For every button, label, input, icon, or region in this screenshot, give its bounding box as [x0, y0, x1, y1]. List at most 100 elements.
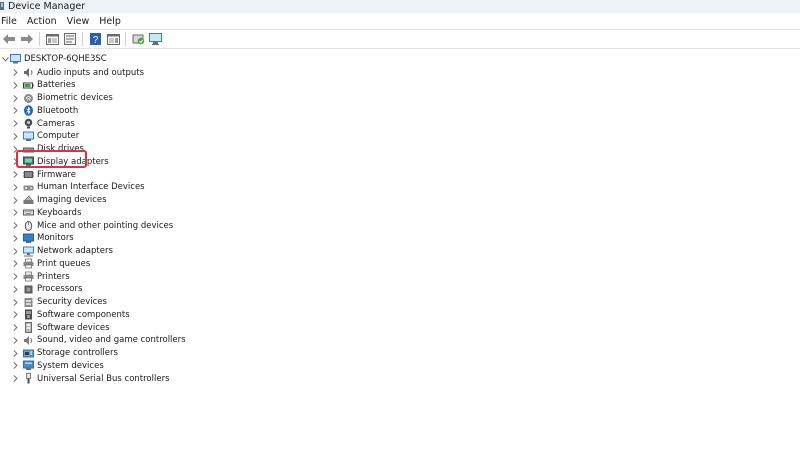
tree-item-security-devices[interactable]: Security devices — [10, 296, 107, 309]
tree-item-storage-controllers[interactable]: Storage controllers — [10, 347, 118, 360]
chevron-right-icon[interactable] — [10, 360, 20, 372]
keyboards-highlight-box — [16, 150, 87, 168]
chevron-right-icon[interactable] — [10, 130, 20, 142]
tree-item-label: Printers — [37, 271, 70, 282]
chevron-right-icon[interactable] — [10, 296, 20, 308]
tree-item-system-devices[interactable]: System devices — [10, 359, 104, 372]
hid-icon — [23, 182, 34, 193]
chevron-right-icon[interactable] — [10, 322, 20, 334]
tree-item-label: Monitors — [37, 233, 74, 244]
menu-help[interactable]: Help — [98, 16, 125, 27]
chevron-right-icon[interactable] — [10, 79, 20, 91]
chevron-right-icon[interactable] — [10, 347, 20, 359]
computer-icon — [23, 131, 34, 142]
tree-item-label: Universal Serial Bus controllers — [37, 373, 170, 384]
chevron-right-icon[interactable] — [10, 220, 20, 232]
tree-item-monitors[interactable]: Monitors — [10, 232, 74, 245]
chevron-right-icon[interactable] — [10, 169, 20, 181]
tree-item-universal-serial-bus-controllers[interactable]: Universal Serial Bus controllers — [10, 372, 170, 385]
chevron-right-icon[interactable] — [10, 67, 20, 79]
software-component-icon — [23, 309, 34, 320]
tree-item-audio-inputs-and-outputs[interactable]: Audio inputs and outputs — [10, 66, 144, 79]
speaker-icon — [23, 67, 34, 78]
printer-icon — [23, 258, 34, 269]
chevron-down-icon[interactable] — [0, 53, 10, 65]
tree-item-keyboards[interactable]: Keyboards — [10, 206, 81, 219]
tree-item-label: Software devices — [37, 322, 110, 333]
help-button[interactable]: ? — [86, 31, 104, 47]
tree-item-batteries[interactable]: Batteries — [10, 79, 75, 92]
chevron-right-icon[interactable] — [10, 181, 20, 193]
tree-item-print-queues[interactable]: Print queues — [10, 257, 90, 270]
tree-item-label: Security devices — [37, 297, 107, 307]
update-driver-button[interactable] — [129, 31, 147, 47]
toolbar-separator — [39, 32, 40, 46]
tree-item-label: Human Interface Devices — [37, 182, 145, 193]
tree-item-software-devices[interactable]: Software devices — [10, 321, 110, 334]
tree-item-bluetooth[interactable]: Bluetooth — [10, 104, 78, 117]
forward-button[interactable] — [18, 31, 36, 47]
console-tree-button[interactable] — [43, 31, 61, 47]
chevron-right-icon[interactable] — [10, 207, 20, 219]
show-hide-console-tree-icon — [45, 33, 59, 45]
tree-item-processors[interactable]: Processors — [10, 283, 82, 296]
chevron-right-icon[interactable] — [10, 105, 20, 117]
chevron-right-icon[interactable] — [10, 258, 20, 270]
device-tree: DESKTOP-6QHE3SC Audio inputs and outputs… — [0, 52, 800, 450]
monitor-icon — [23, 233, 34, 244]
chevron-right-icon[interactable] — [10, 334, 20, 346]
chevron-right-icon[interactable] — [10, 92, 20, 104]
tree-item-printers[interactable]: Printers — [10, 270, 70, 283]
tree-item-imaging-devices[interactable]: Imaging devices — [10, 194, 107, 207]
usb-icon — [23, 373, 34, 384]
printer-icon — [23, 271, 34, 282]
tree-item-label: Sound, video and game controllers — [37, 335, 186, 346]
device-manager-app-icon — [0, 2, 5, 11]
scan-hardware-icon — [149, 33, 162, 45]
security-icon — [23, 297, 34, 308]
toolbar: ? — [0, 29, 800, 49]
menu-action[interactable]: Action — [26, 16, 61, 27]
bluetooth-icon — [23, 105, 34, 117]
chevron-right-icon[interactable] — [10, 283, 20, 295]
scan-hardware-button[interactable] — [147, 31, 165, 47]
window-title: Device Manager — [8, 1, 86, 12]
tree-item-label: Biometric devices — [37, 93, 113, 103]
svg-text:?: ? — [92, 35, 98, 45]
tree-item-label: Network adapters — [37, 246, 113, 256]
tree-item-label: Batteries — [37, 80, 76, 91]
tree-item-computer[interactable]: Computer — [10, 130, 79, 143]
keyboard-icon — [23, 207, 34, 218]
chevron-right-icon[interactable] — [10, 232, 20, 244]
back-button[interactable] — [0, 31, 18, 47]
tree-item-network-adapters[interactable]: Network adapters — [10, 245, 113, 258]
tree-item-human-interface-devices[interactable]: Human Interface Devices — [10, 181, 145, 194]
chevron-right-icon[interactable] — [10, 245, 20, 257]
mouse-icon — [23, 220, 34, 231]
tree-item-firmware[interactable]: Firmware — [10, 168, 76, 181]
chevron-right-icon[interactable] — [10, 373, 20, 385]
menu-bar: File Action View Help — [0, 13, 800, 29]
tree-item-cameras[interactable]: Cameras — [10, 117, 75, 130]
tree-item-label: Processors — [37, 284, 83, 295]
tree-item-label: Software components — [37, 309, 130, 320]
chevron-right-icon[interactable] — [10, 271, 20, 283]
firmware-icon — [23, 169, 34, 180]
title-bar: Device Manager — [0, 0, 800, 13]
storage-controller-icon — [23, 348, 34, 359]
tree-item-software-components[interactable]: Software components — [10, 308, 130, 321]
menu-view[interactable]: View — [66, 16, 94, 27]
chevron-right-icon[interactable] — [10, 194, 20, 206]
tree-item-label: Audio inputs and outputs — [37, 67, 145, 78]
menu-file[interactable]: File — [0, 16, 21, 27]
tree-item-mice-and-other-pointing-devices[interactable]: Mice and other pointing devices — [10, 219, 173, 232]
tree-item-biometric-devices[interactable]: Biometric devices — [10, 92, 113, 105]
action-pane-button[interactable] — [104, 31, 122, 47]
chevron-right-icon[interactable] — [10, 309, 20, 321]
fingerprint-icon — [23, 93, 34, 104]
tree-root[interactable]: DESKTOP-6QHE3SC — [0, 52, 107, 66]
back-arrow-icon — [3, 34, 15, 44]
properties-button[interactable] — [61, 31, 79, 47]
chevron-right-icon[interactable] — [10, 118, 20, 130]
tree-item-sound-video-and-game-controllers[interactable]: Sound, video and game controllers — [10, 334, 186, 347]
